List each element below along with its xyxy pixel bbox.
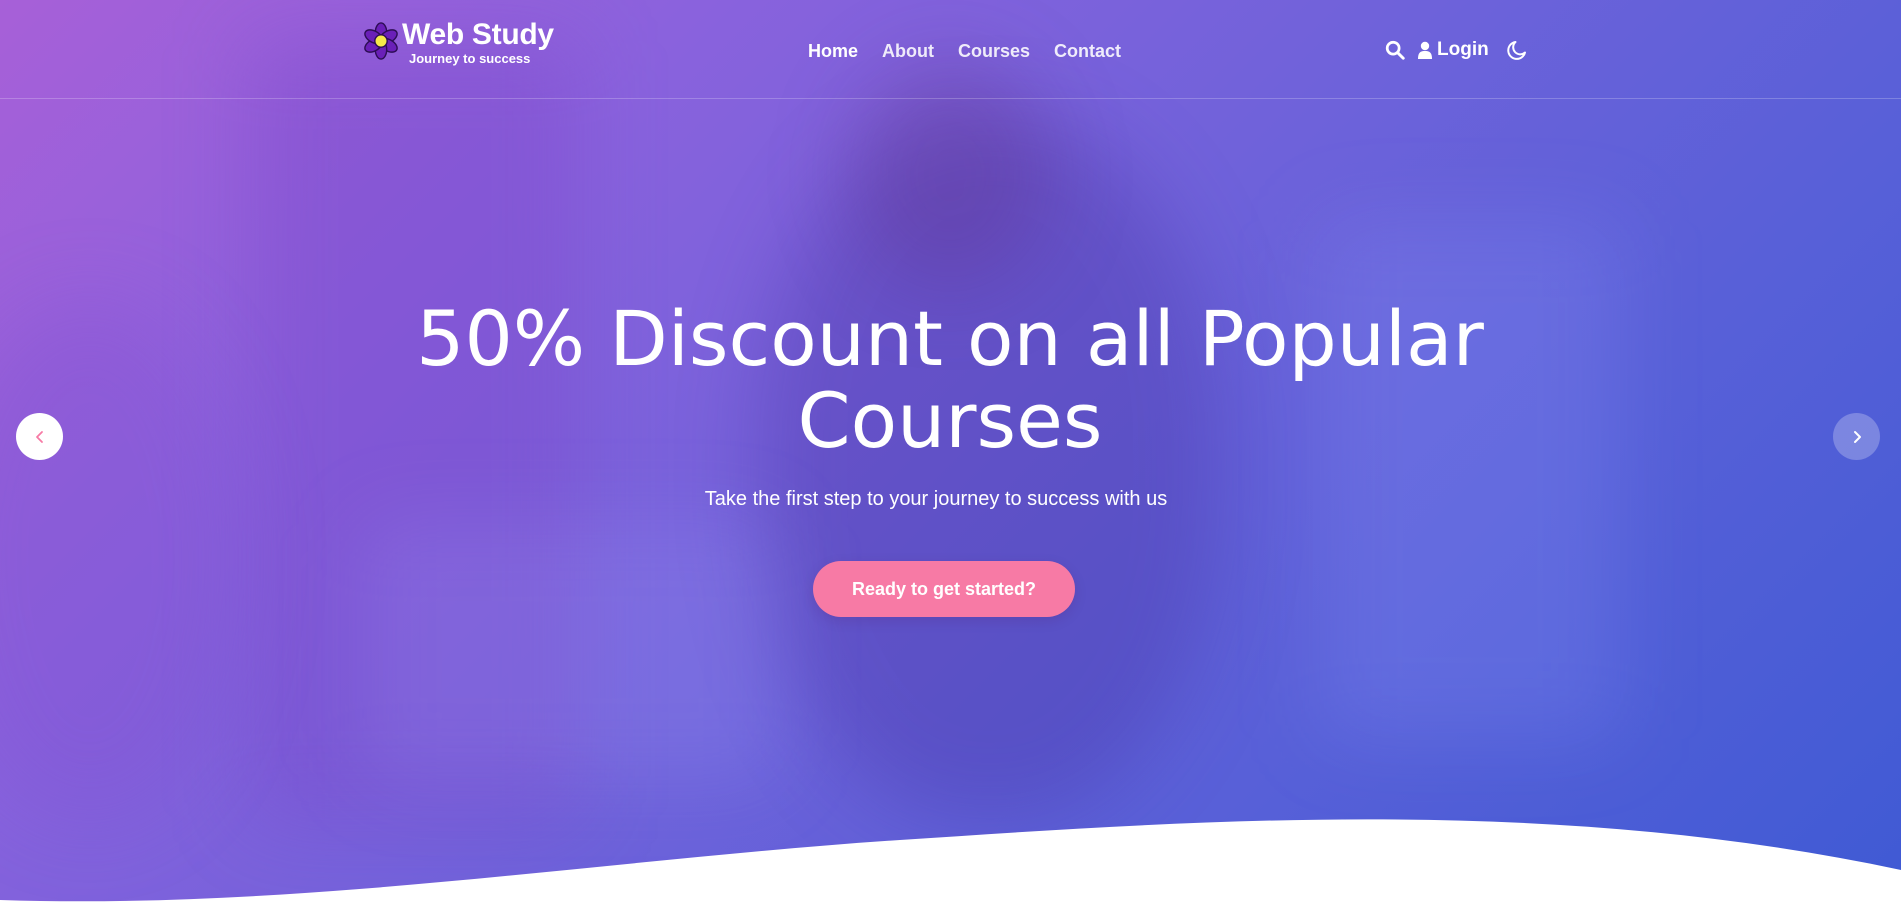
search-icon[interactable] [1384, 39, 1406, 61]
hero-wave-divider [0, 819, 1901, 911]
nav-link-home[interactable]: Home [808, 39, 858, 63]
hero-subtitle: Take the first step to your journey to s… [704, 488, 1168, 510]
chevron-left-icon [35, 430, 43, 443]
nav-link-about[interactable]: About [882, 39, 934, 63]
flower-icon [364, 22, 398, 60]
nav-link-courses[interactable]: Courses [958, 39, 1030, 63]
brand-name: Web Study [402, 18, 554, 51]
brand-tagline: Journey to success [409, 51, 531, 66]
top-navbar: Web Study Journey to success Home About … [0, 0, 1901, 99]
backdrop-plant [0, 300, 240, 820]
login-button[interactable]: Login [1418, 39, 1489, 61]
login-label: Login [1437, 39, 1489, 60]
chevron-right-icon [1853, 430, 1861, 443]
hero-section: Web Study Journey to success Home About … [0, 0, 1901, 911]
hero-title: 50% Discount on all Popular Courses [416, 294, 1484, 465]
user-icon [1418, 41, 1432, 59]
carousel-next-button[interactable] [1833, 413, 1880, 460]
moon-icon[interactable] [1505, 38, 1529, 62]
nav-link-contact[interactable]: Contact [1054, 39, 1121, 63]
nav-actions: Login [1384, 38, 1529, 62]
nav-menu: Home About Courses Contact [808, 39, 1145, 63]
brand-logo-link[interactable]: Web Study Journey to success [362, 18, 554, 66]
carousel-prev-button[interactable] [16, 413, 63, 460]
backdrop-table [360, 520, 780, 780]
get-started-button[interactable]: Ready to get started? [813, 561, 1075, 617]
